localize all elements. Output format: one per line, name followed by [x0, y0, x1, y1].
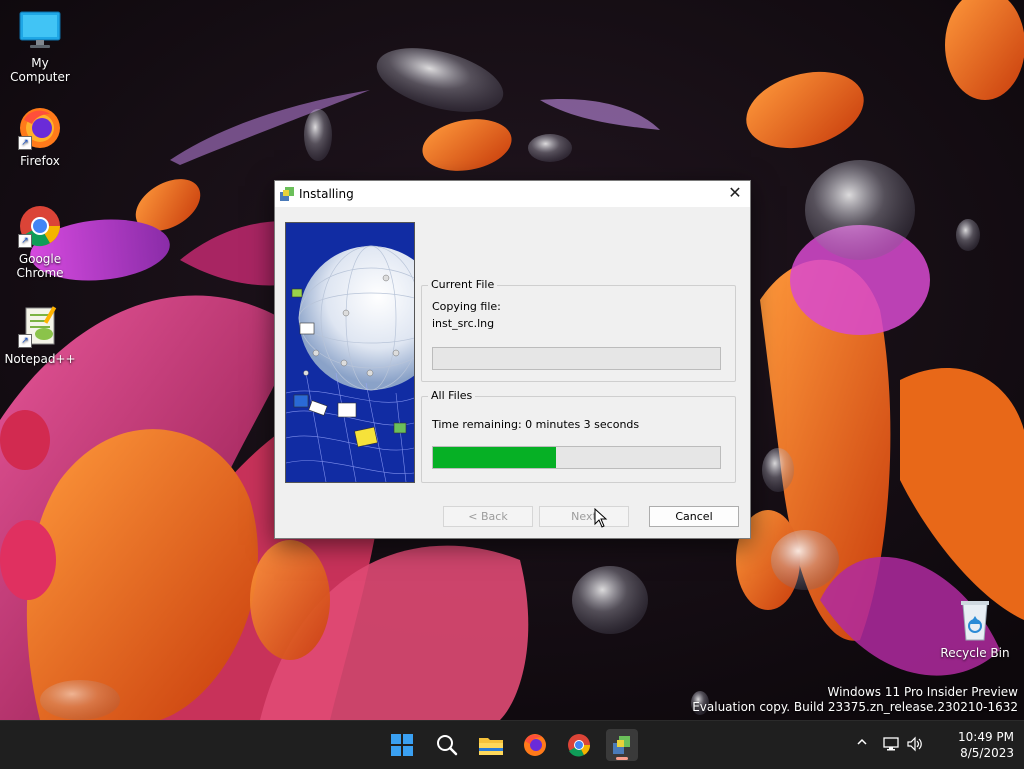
chrome-icon: ↗ [18, 204, 62, 248]
dialog-titlebar[interactable]: Installing ✕ [275, 181, 750, 207]
cancel-button[interactable]: Cancel [649, 506, 739, 527]
taskbar-search-button[interactable] [431, 729, 463, 761]
desktop-icon-recycle-bin[interactable]: Recycle Bin [935, 598, 1015, 660]
firefox-icon [524, 734, 546, 756]
close-button[interactable]: ✕ [720, 181, 750, 207]
desktop-icon-label: My Computer [10, 56, 70, 84]
windows-watermark: Windows 11 Pro Insider Preview Evaluatio… [692, 685, 1018, 715]
chrome-icon [568, 734, 591, 757]
firefox-icon: ↗ [18, 106, 62, 150]
installer-icon [279, 186, 295, 202]
shortcut-arrow-icon: ↗ [18, 136, 32, 150]
desktop-icon-my-computer[interactable]: My Computer [0, 8, 80, 84]
monitor-icon [18, 8, 62, 52]
windows-start-icon [391, 734, 413, 756]
notepadpp-icon: ↗ [18, 304, 62, 348]
desktop-icon-label: Notepad++ [4, 352, 76, 366]
close-icon: ✕ [728, 183, 742, 202]
taskbar-chrome[interactable] [563, 729, 595, 761]
shortcut-arrow-icon: ↗ [18, 234, 32, 248]
all-files-progress-bar [432, 446, 721, 469]
copying-file-label: Copying file: [432, 300, 501, 313]
time-remaining-label: Time remaining: 0 minutes 3 seconds [432, 418, 640, 431]
search-icon [437, 735, 458, 756]
taskbar: 10:49 PM 8/5/2023 [0, 720, 1024, 769]
dialog-title: Installing [299, 187, 354, 201]
network-icon[interactable] [882, 735, 900, 756]
desktop-icon-notepadpp[interactable]: ↗ Notepad++ [0, 304, 80, 366]
installing-dialog: Installing ✕ Current File Copying file: … [274, 180, 751, 539]
taskbar-clock[interactable]: 10:49 PM 8/5/2023 [944, 729, 1014, 761]
show-hidden-icons-button[interactable] [854, 736, 870, 751]
active-app-indicator [616, 757, 628, 760]
recycle-bin-icon [953, 598, 997, 642]
shortcut-arrow-icon: ↗ [18, 334, 32, 348]
desktop-icon-label: Firefox [20, 154, 60, 168]
taskbar-file-explorer[interactable] [475, 729, 507, 761]
desktop-icon-chrome[interactable]: ↗ Google Chrome [0, 204, 80, 280]
current-file-group: Current File Copying file: inst_src.lng [421, 278, 736, 382]
installer-side-image [285, 222, 415, 483]
chevron-up-icon [857, 738, 867, 745]
mouse-cursor-icon [594, 508, 608, 528]
back-button[interactable]: < Back [443, 506, 533, 527]
current-filename: inst_src.lng [432, 317, 495, 330]
watermark-line2: Evaluation copy. Build 23375.zn_release.… [692, 700, 1018, 714]
next-button[interactable]: Next [539, 506, 629, 527]
desktop-icon-label: Recycle Bin [940, 646, 1010, 660]
desktop-icon-label: Google Chrome [16, 252, 64, 280]
all-files-progress-fill [433, 447, 557, 468]
taskbar-firefox[interactable] [519, 729, 551, 761]
volume-icon[interactable] [906, 735, 924, 756]
current-file-group-title: Current File [428, 278, 498, 291]
taskbar-installer[interactable] [606, 729, 638, 761]
clock-date: 8/5/2023 [960, 746, 1014, 760]
desktop-icon-firefox[interactable]: ↗ Firefox [0, 106, 80, 168]
current-file-progress-bar [432, 347, 721, 370]
clock-time: 10:49 PM [958, 730, 1014, 744]
watermark-line1: Windows 11 Pro Insider Preview [827, 685, 1018, 699]
file-explorer-icon [479, 738, 503, 755]
all-files-group-title: All Files [428, 389, 476, 402]
all-files-group: All Files Time remaining: 0 minutes 3 se… [421, 389, 736, 483]
system-tray: 10:49 PM 8/5/2023 [854, 721, 1024, 769]
taskbar-start-button[interactable] [386, 729, 418, 761]
